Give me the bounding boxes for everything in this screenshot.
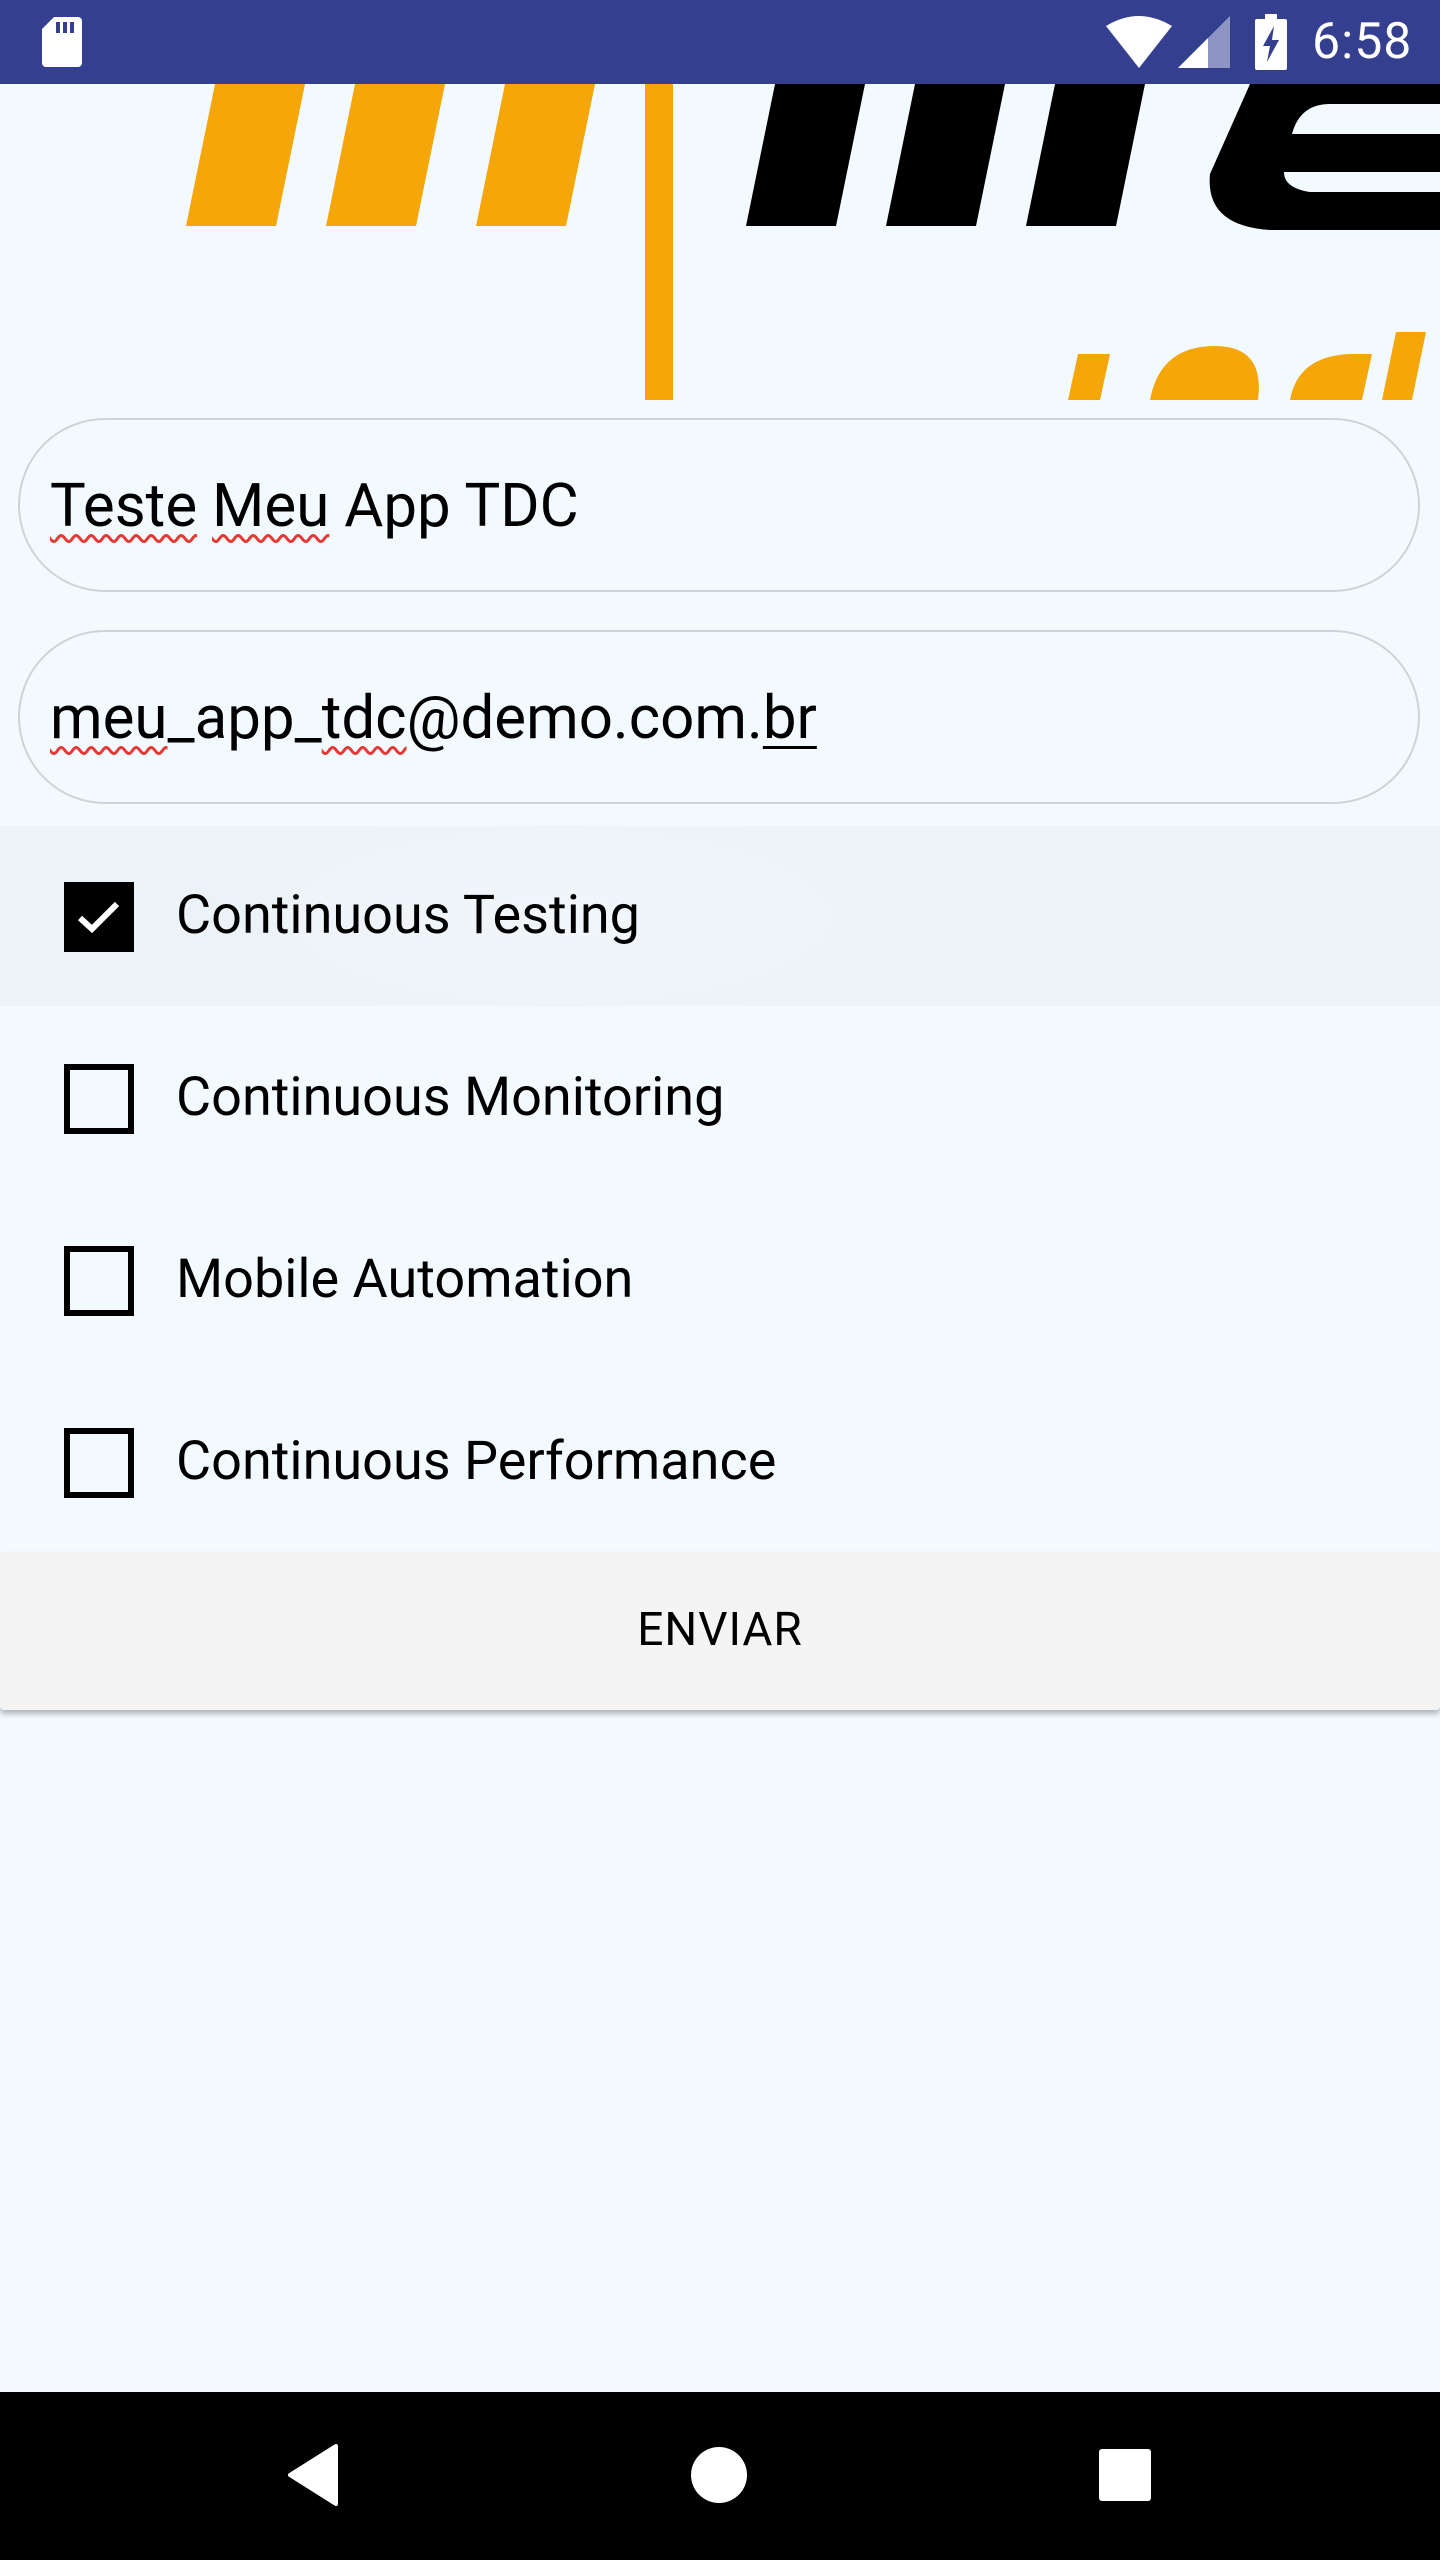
status-bar: 6:58: [0, 0, 1440, 84]
email-part-3: tdc: [321, 682, 407, 753]
email-part-4: @demo.com.: [406, 682, 763, 753]
email-input[interactable]: meu_app_tdc@demo.com.br: [18, 630, 1420, 804]
option-label: Continuous Monitoring: [176, 1066, 725, 1129]
app-logo: [186, 84, 1440, 400]
checkbox-checked[interactable]: [64, 882, 134, 952]
checkmark-icon: [77, 901, 120, 934]
home-icon[interactable]: [690, 2446, 748, 2504]
option-mobile-automation[interactable]: Mobile Automation: [0, 1190, 1440, 1370]
name-input[interactable]: Teste Meu App TDC: [18, 418, 1420, 592]
send-button[interactable]: ENVIAR: [0, 1552, 1440, 1710]
option-label: Continuous Performance: [176, 1430, 777, 1493]
option-continuous-testing[interactable]: Continuous Testing: [0, 826, 1440, 1006]
option-label: Continuous Testing: [176, 884, 640, 947]
send-button-label: ENVIAR: [637, 1603, 803, 1657]
wifi-icon: [1106, 16, 1172, 68]
battery-charging-icon: [1255, 14, 1287, 70]
signal-icon: [1178, 16, 1230, 68]
checkbox-unchecked[interactable]: [64, 1428, 134, 1498]
checkbox-unchecked[interactable]: [64, 1064, 134, 1134]
option-label: Mobile Automation: [176, 1248, 634, 1311]
email-part-1: meu: [50, 682, 168, 753]
name-input-value: Teste Meu App TDC: [50, 470, 579, 542]
name-word-meu: Meu: [212, 470, 330, 541]
recents-icon[interactable]: [1098, 2448, 1152, 2502]
email-part-2: _app_: [167, 682, 322, 753]
back-icon[interactable]: [286, 2444, 340, 2506]
status-time: 6:58: [1312, 13, 1413, 71]
navigation-bar: [0, 2392, 1440, 2560]
email-part-5: br: [762, 682, 817, 753]
option-continuous-performance[interactable]: Continuous Performance: [0, 1372, 1440, 1552]
sd-card-icon: [42, 17, 82, 67]
email-input-value: meu_app_tdc@demo.com.br: [50, 682, 817, 754]
option-continuous-monitoring[interactable]: Continuous Monitoring: [0, 1008, 1440, 1188]
checkbox-unchecked[interactable]: [64, 1246, 134, 1316]
name-word-teste: Teste: [50, 470, 198, 541]
name-word-rest: App TDC: [344, 470, 579, 541]
